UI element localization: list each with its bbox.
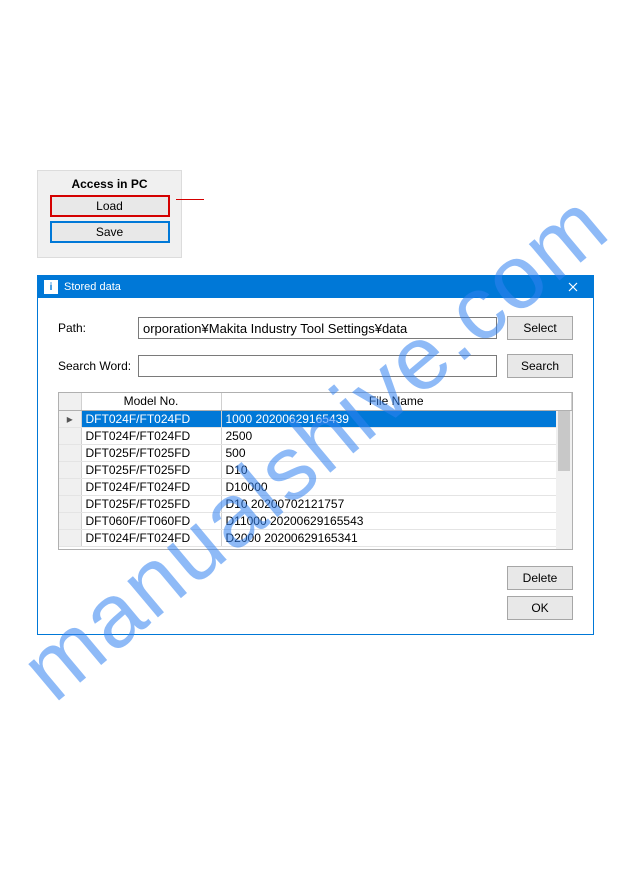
- scrollbar[interactable]: [556, 411, 572, 549]
- cell-model: DFT024F/FT024FD: [81, 410, 221, 427]
- cell-file: D10000: [221, 478, 572, 495]
- row-indicator: [59, 529, 81, 546]
- cell-file: 500: [221, 444, 572, 461]
- row-indicator: [59, 512, 81, 529]
- data-grid: Model No. File Name ▸DFT024F/FT024FD1000…: [58, 392, 573, 550]
- table-row[interactable]: DFT025F/FT025FDD10: [59, 461, 572, 478]
- grid-header-row: Model No. File Name: [59, 393, 572, 410]
- dialog-title: Stored data: [64, 281, 555, 293]
- access-panel-title: Access in PC: [48, 177, 171, 191]
- path-label: Path:: [58, 321, 138, 335]
- cell-file: D10 20200702121757: [221, 495, 572, 512]
- table-row[interactable]: DFT024F/FT024FD2500: [59, 427, 572, 444]
- table-row[interactable]: ▸DFT024F/FT024FD1000 20200629165439: [59, 410, 572, 427]
- search-label: Search Word:: [58, 359, 138, 373]
- row-indicator: [59, 478, 81, 495]
- grid-corner: [59, 393, 81, 410]
- table-row[interactable]: DFT024F/FT024FDD2000 20200629165341: [59, 529, 572, 546]
- access-panel: Access in PC Load Save: [37, 170, 182, 258]
- cell-model: DFT025F/FT025FD: [81, 495, 221, 512]
- close-button[interactable]: [555, 277, 591, 297]
- callout-line: [176, 199, 204, 200]
- table-row[interactable]: DFT025F/FT025FD500: [59, 444, 572, 461]
- search-button[interactable]: Search: [507, 354, 573, 378]
- stored-data-dialog: i Stored data Path: Select Search Word: …: [37, 275, 594, 635]
- row-indicator: ▸: [59, 410, 81, 427]
- cell-model: DFT025F/FT025FD: [81, 444, 221, 461]
- table-row[interactable]: DFT025F/FT025FDD10 20200702121757: [59, 495, 572, 512]
- row-indicator: [59, 444, 81, 461]
- scrollbar-thumb[interactable]: [558, 411, 570, 471]
- row-indicator: [59, 495, 81, 512]
- delete-button[interactable]: Delete: [507, 566, 573, 590]
- cell-file: D11000 20200629165543: [221, 512, 572, 529]
- select-button[interactable]: Select: [507, 316, 573, 340]
- search-input[interactable]: [138, 355, 497, 377]
- path-input[interactable]: [138, 317, 497, 339]
- row-indicator: [59, 461, 81, 478]
- cell-file: 2500: [221, 427, 572, 444]
- col-model[interactable]: Model No.: [81, 393, 221, 410]
- ok-button[interactable]: OK: [507, 596, 573, 620]
- cell-model: DFT025F/FT025FD: [81, 461, 221, 478]
- col-file[interactable]: File Name: [221, 393, 572, 410]
- table-row[interactable]: DFT024F/FT024FDD10000: [59, 478, 572, 495]
- cell-model: DFT060F/FT060FD: [81, 512, 221, 529]
- row-indicator: [59, 427, 81, 444]
- titlebar: i Stored data: [38, 276, 593, 298]
- cell-model: DFT024F/FT024FD: [81, 478, 221, 495]
- table-row[interactable]: DFT060F/FT060FDD11000 20200629165543: [59, 512, 572, 529]
- cell-file: 1000 20200629165439: [221, 410, 572, 427]
- load-button[interactable]: Load: [50, 195, 170, 217]
- close-icon: [568, 282, 578, 292]
- cell-model: DFT024F/FT024FD: [81, 427, 221, 444]
- cell-file: D2000 20200629165341: [221, 529, 572, 546]
- cell-model: DFT024F/FT024FD: [81, 529, 221, 546]
- save-button[interactable]: Save: [50, 221, 170, 243]
- cell-file: D10: [221, 461, 572, 478]
- app-icon: i: [44, 280, 58, 294]
